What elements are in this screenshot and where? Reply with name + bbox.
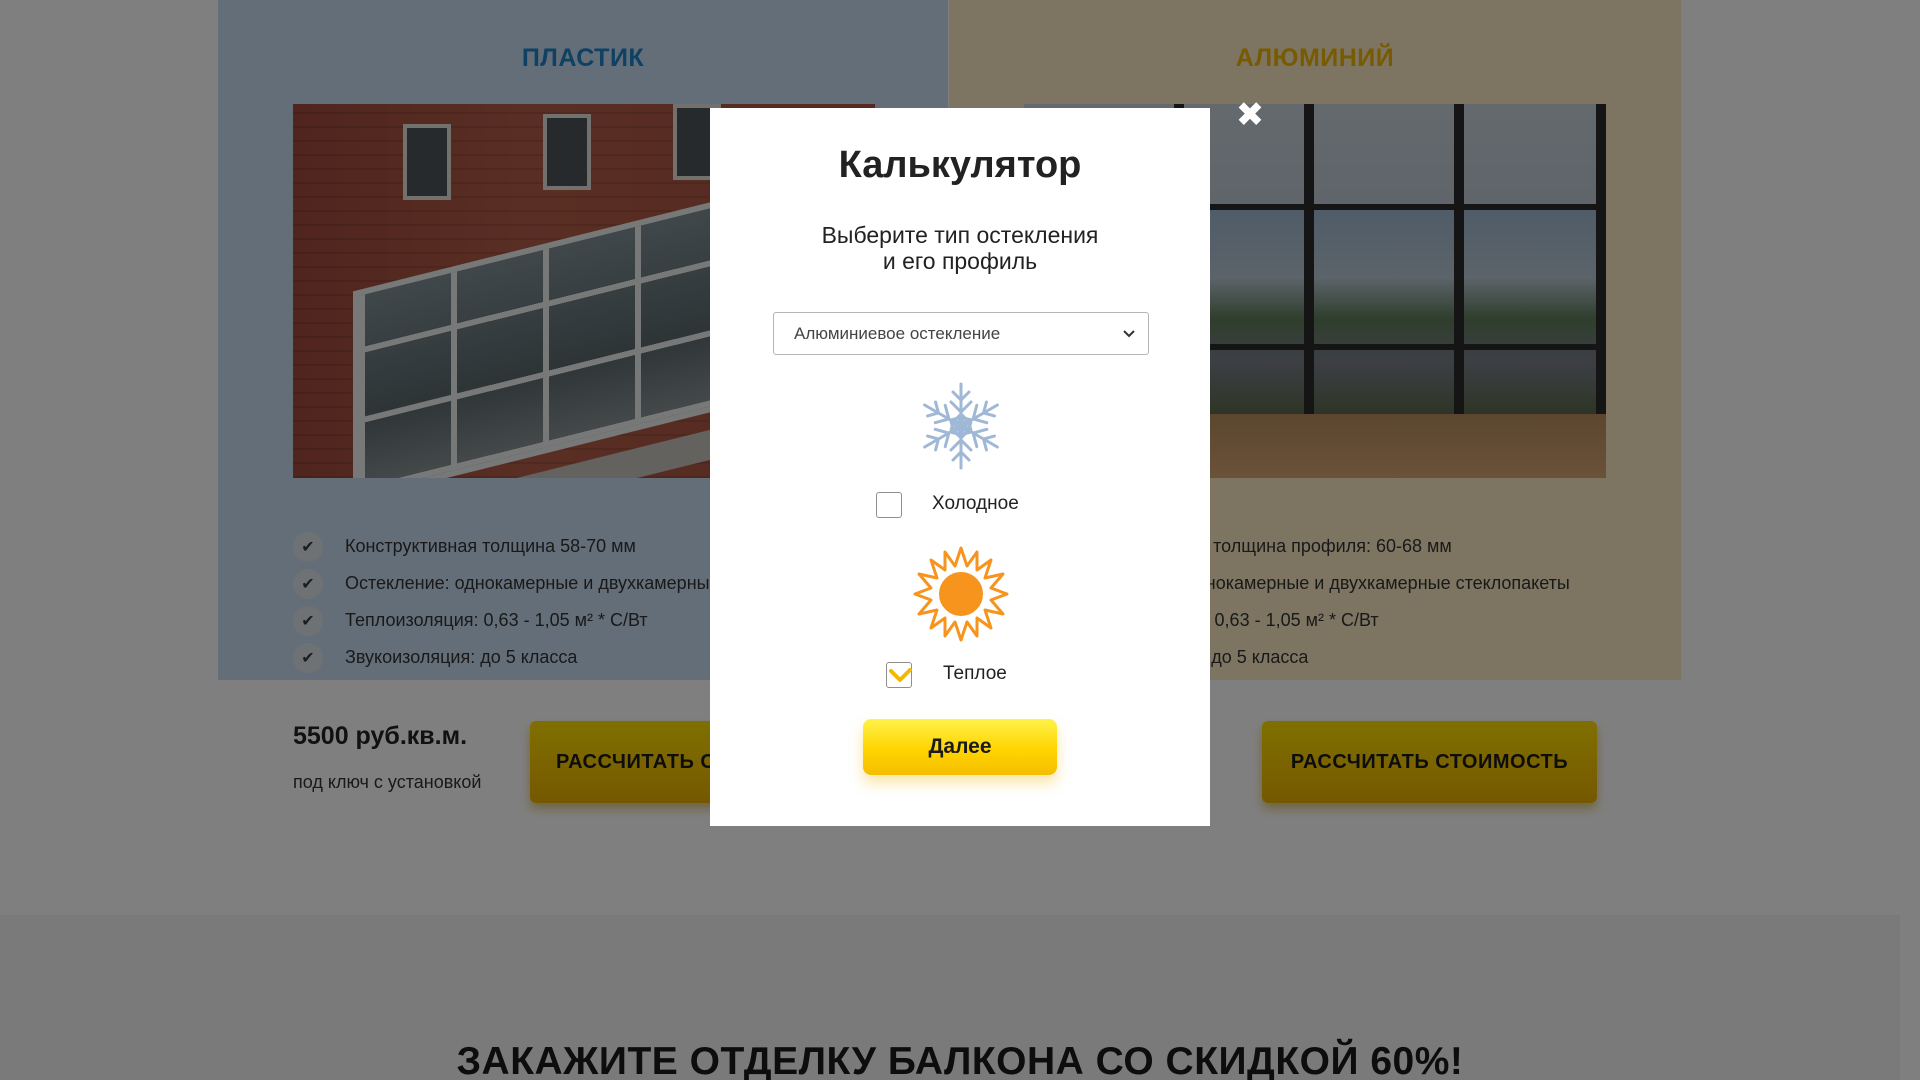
chevron-down-icon: [1123, 330, 1135, 338]
glazing-type-value: Алюминиевое остекление: [794, 323, 1001, 343]
close-icon[interactable]: ✖: [1235, 98, 1265, 132]
modal-subtitle-line2: и его профиль: [882, 248, 1038, 274]
calculator-modal: Калькулятор Выберите тип остекления и ег…: [710, 108, 1210, 826]
snowflake-icon: [918, 382, 1004, 470]
modal-title: Калькулятор: [838, 144, 1082, 186]
cold-label[interactable]: Холодное: [932, 493, 1019, 515]
modal-subtitle: Выберите тип остекления и его профиль: [710, 222, 1210, 274]
sun-icon: [913, 546, 1009, 642]
modal-subtitle-line1: Выберите тип остекления: [821, 222, 1099, 248]
cold-checkbox[interactable]: [876, 492, 902, 518]
checkmark-icon: [889, 668, 912, 682]
next-button[interactable]: Далее: [863, 719, 1057, 775]
warm-checkbox[interactable]: [886, 662, 912, 688]
warm-label[interactable]: Теплое: [943, 663, 1007, 685]
glazing-type-select[interactable]: Алюминиевое остекление: [773, 312, 1149, 355]
